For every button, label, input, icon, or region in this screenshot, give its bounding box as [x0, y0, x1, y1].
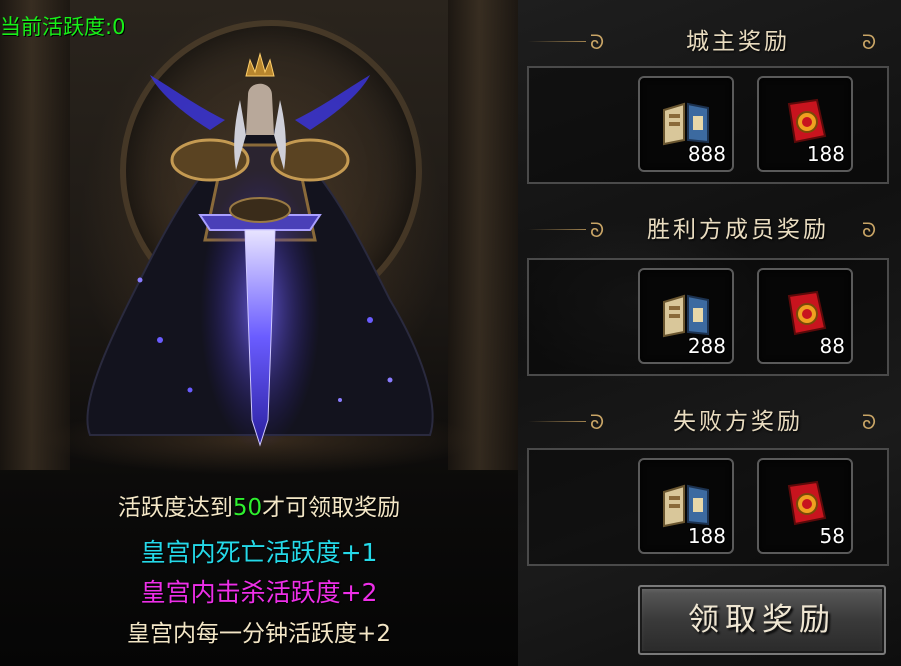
reward-box-loser: 188 58 — [527, 448, 889, 566]
reward-slot-book[interactable]: 888 — [638, 76, 734, 172]
scroll-ornament-icon: ᘐ — [590, 30, 605, 54]
section-header-lord: ᘐ 城主奖励 ᘐ — [518, 22, 901, 62]
scroll-ornament-icon: ᘐ — [862, 410, 877, 434]
item-count: 88 — [819, 334, 845, 358]
scroll-ornament-icon: ᘐ — [862, 218, 877, 242]
reward-box-winner: 288 88 — [527, 258, 889, 376]
book-icon — [663, 484, 709, 528]
minute-activity-rule: 皇宫内每一分钟活跃度+2 — [127, 621, 391, 647]
section-title-lord: 城主奖励 — [686, 29, 790, 55]
reward-slot-envelope[interactable]: 88 — [757, 268, 853, 364]
section-title-loser: 失败方奖励 — [673, 409, 803, 435]
item-count: 888 — [687, 142, 726, 166]
red-envelope-icon — [787, 290, 827, 336]
item-count: 188 — [806, 142, 845, 166]
kill-activity-rule: 皇宫内击杀活跃度+2 — [140, 578, 378, 607]
requirement-line: 活跃度达到50才可领取奖励 — [0, 488, 518, 522]
warlord-character-image — [86, 52, 434, 450]
hero-panel: 当前活跃度:0 活跃度达到50才可领取奖励 皇宫内死亡活跃度+1 皇宫内击杀活跃… — [0, 0, 518, 666]
claim-reward-button[interactable]: 领取奖励 — [638, 585, 886, 655]
reward-slot-book[interactable]: 288 — [638, 268, 734, 364]
section-title-winner: 胜利方成员奖励 — [647, 217, 829, 243]
scroll-ornament-icon: ᘐ — [590, 410, 605, 434]
reward-panel: ᘐ 城主奖励 ᘐ 888 188 ᘐ 胜利方成员奖励 ᘐ 288 88 ᘐ 失败… — [518, 0, 901, 666]
red-envelope-icon — [787, 98, 827, 144]
requirement-prefix: 活跃度达到 — [117, 495, 233, 521]
requirement-value: 50 — [232, 495, 263, 521]
section-header-winner: ᘐ 胜利方成员奖励 ᘐ — [518, 210, 901, 250]
reward-slot-envelope[interactable]: 58 — [757, 458, 853, 554]
book-icon — [663, 102, 709, 146]
death-activity-rule: 皇宫内死亡活跃度+1 — [140, 538, 378, 567]
item-count: 288 — [687, 334, 726, 358]
book-icon — [663, 294, 709, 338]
reward-slot-envelope[interactable]: 188 — [757, 76, 853, 172]
item-count: 188 — [687, 524, 726, 548]
item-count: 58 — [819, 524, 845, 548]
requirement-suffix: 才可领取奖励 — [262, 495, 401, 521]
section-header-loser: ᘐ 失败方奖励 ᘐ — [518, 402, 901, 442]
reward-box-lord: 888 188 — [527, 66, 889, 184]
current-activity-label: 当前活跃度:0 — [0, 15, 126, 39]
reward-slot-book[interactable]: 188 — [638, 458, 734, 554]
scroll-ornament-icon: ᘐ — [590, 218, 605, 242]
scroll-ornament-icon: ᘐ — [862, 30, 877, 54]
red-envelope-icon — [787, 480, 827, 526]
